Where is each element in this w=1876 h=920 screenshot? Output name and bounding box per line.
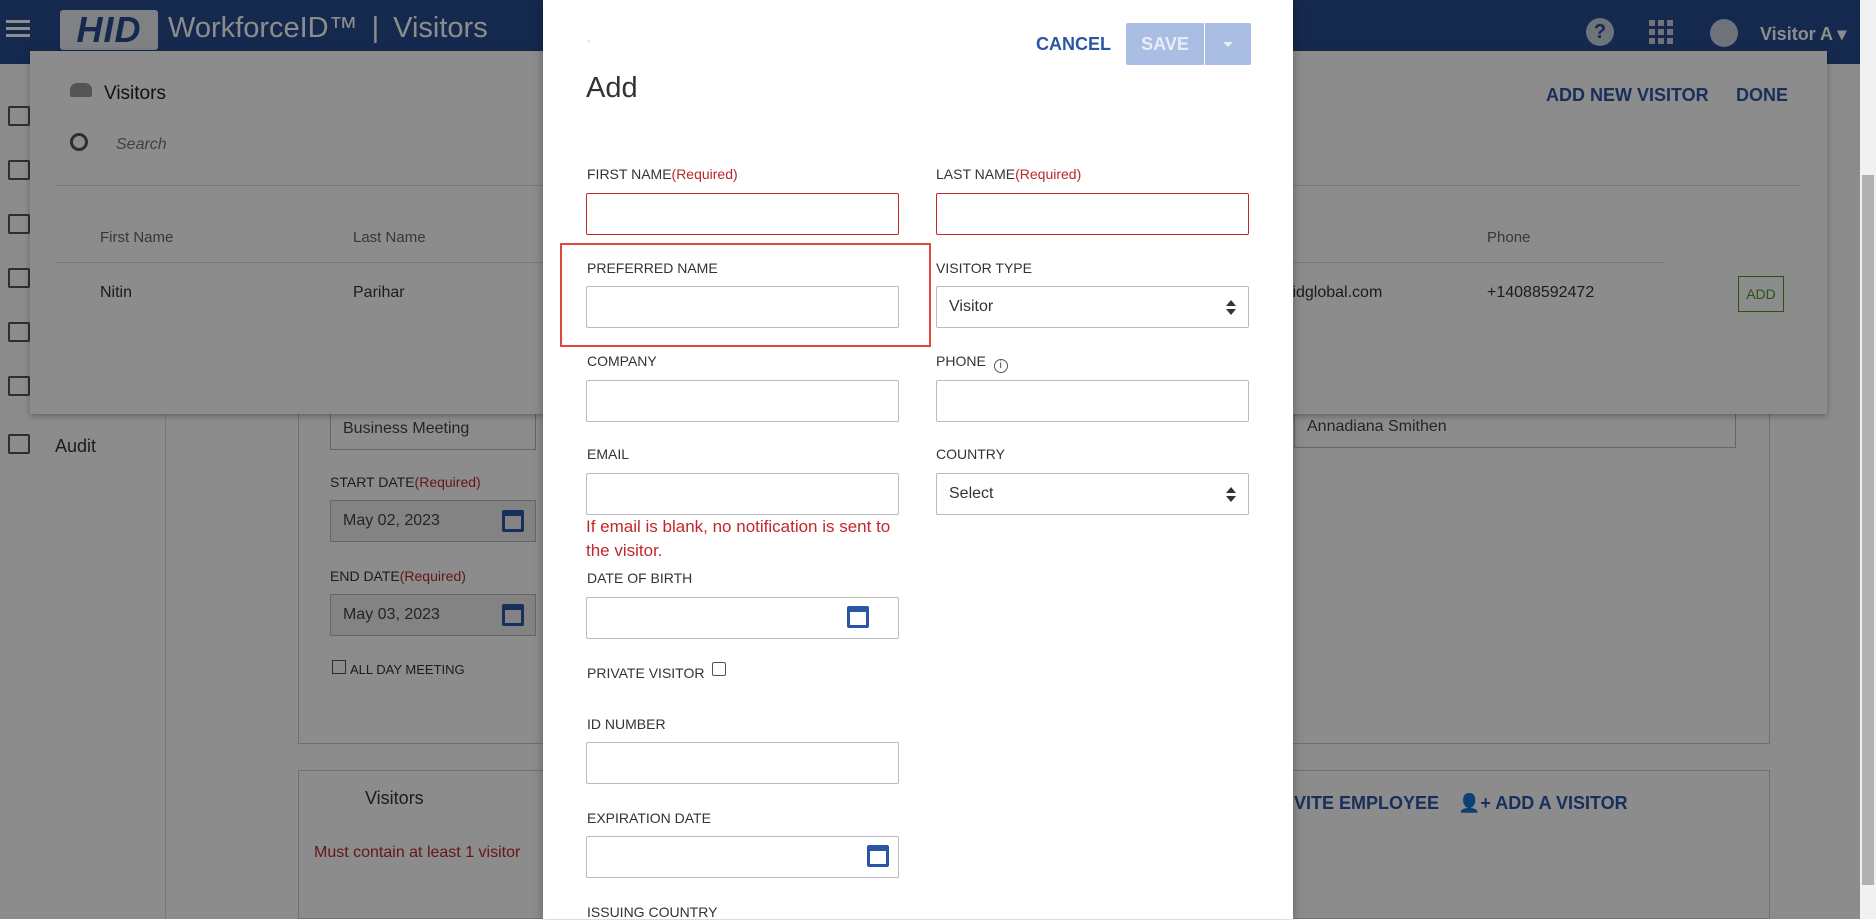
email-blank-notice: If email is blank, no notification is se… — [586, 517, 891, 560]
first-name-label: FIRST NAME(Required) — [587, 166, 738, 182]
caret-down-icon — [1223, 42, 1233, 47]
company-input[interactable] — [586, 380, 899, 422]
visitor-type-select[interactable]: Visitor — [936, 286, 1249, 328]
email-label: EMAIL — [587, 446, 630, 462]
save-options-dropdown[interactable] — [1205, 23, 1251, 65]
visitor-type-value: Visitor — [949, 298, 994, 315]
preferred-name-input[interactable] — [586, 286, 899, 328]
last-name-input[interactable] — [936, 193, 1249, 235]
first-name-input[interactable] — [586, 193, 899, 235]
id-number-input[interactable] — [586, 742, 899, 784]
expiration-date-input[interactable] — [586, 836, 899, 878]
email-input[interactable] — [586, 473, 899, 515]
last-name-label: LAST NAME(Required) — [936, 166, 1081, 182]
add-visitor-modal: - Add CANCEL SAVE FIRST NAME(Required) L… — [543, 0, 1293, 920]
private-visitor-checkbox[interactable] — [712, 662, 726, 676]
page-scrollbar-thumb[interactable] — [1862, 175, 1874, 885]
save-button[interactable]: SAVE — [1126, 23, 1204, 65]
calendar-icon[interactable] — [867, 845, 889, 867]
select-arrows-icon — [1226, 300, 1236, 316]
last-name-label-text: LAST NAME — [936, 166, 1016, 182]
phone-label: PHONE i — [936, 353, 1008, 373]
select-arrows-icon — [1226, 487, 1236, 503]
phone-input[interactable] — [936, 380, 1249, 422]
required-marker: (Required) — [671, 166, 738, 182]
calendar-icon[interactable] — [847, 606, 869, 628]
first-name-label-text: FIRST NAME — [587, 166, 672, 182]
id-number-label: ID NUMBER — [587, 716, 666, 732]
issuing-country-label: ISSUING COUNTRY — [587, 904, 718, 920]
phone-label-text: PHONE — [936, 353, 986, 369]
country-value: Select — [949, 485, 994, 502]
expiration-date-label: EXPIRATION DATE — [587, 810, 711, 826]
modal-title: Add — [586, 72, 638, 104]
visitor-type-label: VISITOR TYPE — [936, 260, 1032, 276]
preferred-name-label: PREFERRED NAME — [587, 260, 718, 276]
private-visitor-label: PRIVATE VISITOR — [587, 665, 705, 681]
cancel-button[interactable]: CANCEL — [1036, 34, 1111, 55]
dob-label: DATE OF BIRTH — [587, 570, 693, 586]
country-label: COUNTRY — [936, 446, 1005, 462]
country-select[interactable]: Select — [936, 473, 1249, 515]
company-label: COMPANY — [587, 353, 657, 369]
modal-small-mark: - — [587, 36, 591, 47]
required-marker: (Required) — [1015, 166, 1082, 182]
info-icon[interactable]: i — [993, 359, 1008, 373]
